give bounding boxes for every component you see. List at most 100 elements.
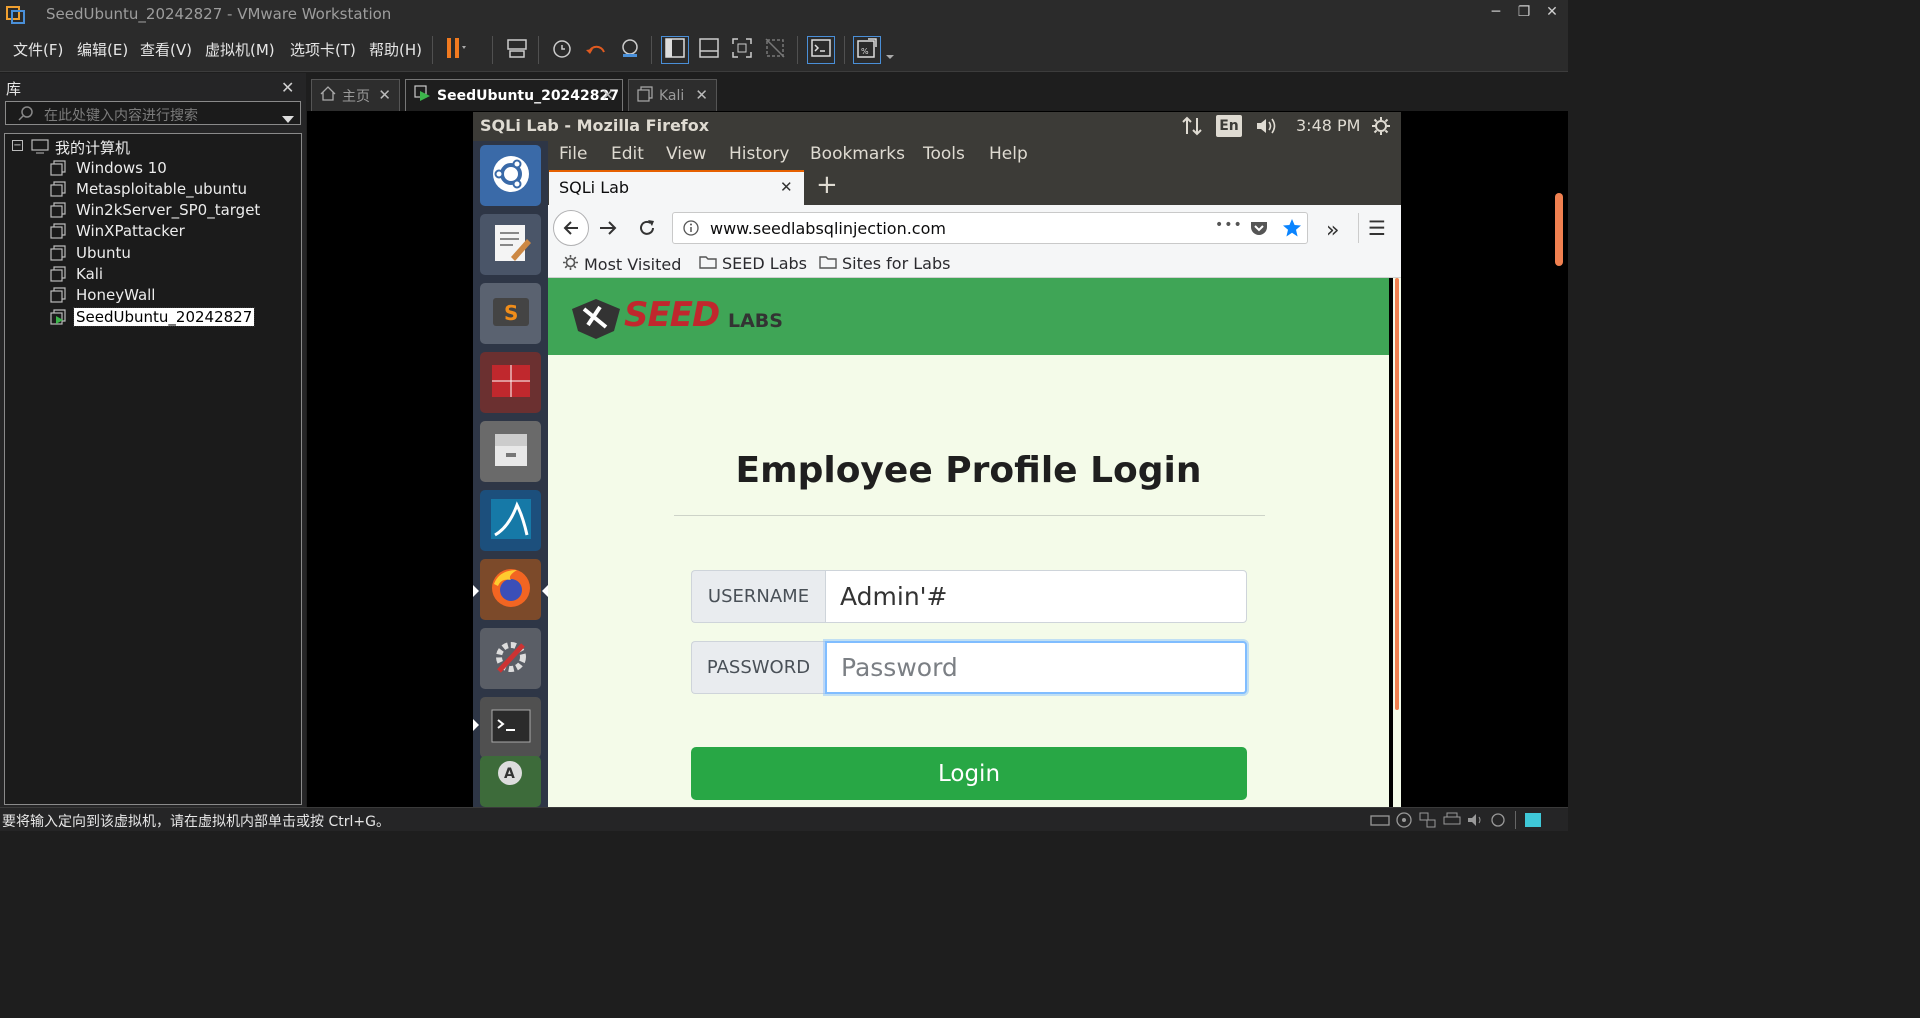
network-arrows-icon[interactable] [1181,116,1203,140]
seed-logo-text: SEED [624,295,720,335]
ff-hamburger-menu-button[interactable]: ☰ [1368,216,1386,240]
page-scrollbar[interactable] [1393,278,1401,807]
tab-close-icon[interactable]: ✕ [378,86,391,104]
menu-file[interactable]: 文件(F) [13,39,63,60]
pocket-icon[interactable] [1250,220,1268,240]
launcher-system-settings[interactable] [480,628,541,689]
stretch-dropdown-icon[interactable] [885,46,895,65]
fullscreen-button[interactable] [728,36,756,64]
vmware-logo-icon [6,4,26,24]
tab-kali[interactable]: Kali ✕ [628,79,717,111]
vm-tree-item[interactable]: Win2kServer_SP0_target [50,200,262,221]
ff-menu-edit[interactable]: Edit [611,144,644,164]
pause-icon [443,37,467,63]
message-log-icon[interactable] [1524,812,1542,832]
launcher-firefox[interactable] [480,559,541,620]
bookmark-star-icon[interactable] [1282,218,1302,242]
page-scrollbar-thumb[interactable] [1395,278,1399,710]
firefox-tab-sqli-lab[interactable]: SQLi Lab ✕ [549,170,804,205]
console-view-button[interactable] [807,36,835,64]
ff-page-actions-button[interactable]: ••• [1215,217,1243,233]
bookmark-folder-sites-for-labs[interactable]: Sites for Labs [819,254,950,273]
console-scrollbar-thumb[interactable] [1555,193,1563,266]
snapshot-button[interactable] [548,36,576,64]
tree-collapse-toggle[interactable]: − [12,140,23,151]
clock[interactable]: 3:48 PM [1296,116,1360,135]
tab-close-icon[interactable]: ✕ [601,86,614,104]
title-divider [674,515,1265,516]
password-input[interactable]: Password [825,641,1247,694]
usb-device-icon[interactable] [1490,812,1506,832]
network-adapter-icon[interactable] [1419,812,1437,832]
hard-disk-icon[interactable] [1370,812,1390,832]
menu-vm[interactable]: 虚拟机(M) [205,39,275,60]
printer-icon[interactable] [1443,812,1461,832]
unity-mode-icon [764,37,786,63]
ff-overflow-button[interactable]: » [1326,218,1339,243]
ff-back-button[interactable] [553,210,589,246]
library-search-input[interactable]: 在此处键入内容进行搜索 [5,101,301,125]
folder-icon [699,254,717,273]
ff-forward-button[interactable] [598,219,618,241]
minimize-button[interactable]: ─ [1484,4,1508,24]
snapshot-manager-button[interactable] [616,36,644,64]
status-message: 要将输入定向到该虚拟机，请在虚拟机内部单击或按 Ctrl+G。 [2,814,390,830]
vm-tree-item[interactable]: Metasploitable_ubuntu [50,178,249,199]
system-settings-gear-icon[interactable] [1371,116,1391,140]
ff-tab-close-icon[interactable]: ✕ [780,178,793,196]
thumbnail-bar-button[interactable] [695,36,723,64]
login-button[interactable]: Login [691,747,1247,800]
launcher-files[interactable] [480,421,541,482]
vm-tree-item[interactable]: Ubuntu [50,242,133,263]
menu-edit[interactable]: 编辑(E) [77,39,128,60]
restore-button[interactable]: ❐ [1512,4,1536,24]
tree-root-label[interactable]: 我的计算机 [55,137,130,158]
bookmark-most-visited[interactable]: Most Visited [562,254,681,275]
tab-home[interactable]: 主页 ✕ [311,79,400,111]
launcher-terminal[interactable] [480,697,541,758]
stretch-guest-button[interactable]: % [853,36,881,64]
ff-menu-help[interactable]: Help [989,144,1028,164]
launcher-text-editor[interactable] [480,214,541,275]
library-close-button[interactable]: ✕ [281,78,294,97]
pause-button[interactable] [441,36,469,64]
ff-new-tab-button[interactable]: + [816,170,838,200]
ff-menu-history[interactable]: History [729,144,789,164]
vm-tree-item[interactable]: SeedUbuntu_20242827 [50,306,256,327]
username-input[interactable]: Admin'# [825,570,1247,623]
unity-mode-button[interactable] [761,36,789,64]
send-ctrl-alt-del-button[interactable] [503,36,531,64]
vm-tree-item[interactable]: WinXPattacker [50,221,187,242]
vm-tree-item[interactable]: Kali [50,264,105,285]
vm-tree-item[interactable]: Windows 10 [50,157,169,178]
launcher-software-updater[interactable]: A [480,756,541,807]
tab-close-icon[interactable]: ✕ [695,86,708,104]
site-info-icon[interactable] [683,220,699,240]
keyboard-layout-indicator[interactable]: En [1216,115,1242,137]
show-library-button[interactable] [661,36,689,64]
search-dropdown-icon[interactable] [282,109,294,128]
settings-wrench-icon [489,635,533,683]
ff-menu-view[interactable]: View [666,144,706,164]
cd-dvd-icon[interactable] [1396,812,1412,832]
menu-tabs[interactable]: 选项卡(T) [290,39,356,60]
ff-url-bar[interactable]: www.seedlabsqlinjection.com ••• [672,212,1308,244]
launcher-terminator[interactable] [480,352,541,413]
close-window-button[interactable]: ✕ [1540,4,1564,24]
sound-card-icon[interactable] [1467,812,1485,832]
revert-snapshot-button[interactable] [582,36,610,64]
bookmark-folder-seed-labs[interactable]: SEED Labs [699,254,807,273]
menu-help[interactable]: 帮助(H) [369,39,422,60]
vm-name: Kali [76,265,104,283]
menu-view[interactable]: 查看(V) [140,39,192,60]
tab-seedubuntu[interactable]: SeedUbuntu_20242827 ✕ [405,79,623,111]
ubuntu-dash-button[interactable] [480,145,541,206]
ff-reload-button[interactable] [637,218,657,242]
ff-menu-tools[interactable]: Tools [923,144,965,164]
launcher-sublime[interactable]: S [480,283,541,344]
launcher-wireshark[interactable] [480,490,541,551]
volume-icon[interactable] [1255,116,1279,140]
vm-tree-item[interactable]: HoneyWall [50,285,157,306]
ff-menu-bookmarks[interactable]: Bookmarks [810,144,905,164]
ff-menu-file[interactable]: File [559,144,587,164]
